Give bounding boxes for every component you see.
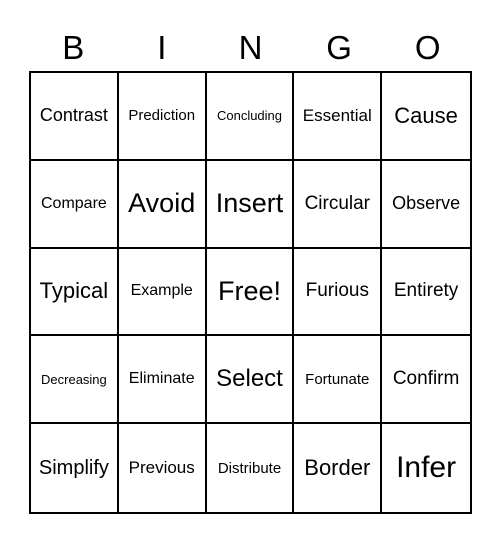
bingo-cell[interactable]: Confirm (382, 336, 470, 425)
header-letter-g: G (326, 29, 352, 66)
bingo-cell[interactable]: Simplify (31, 424, 119, 512)
bingo-header: B I N G O (29, 26, 472, 70)
bingo-cell[interactable]: Fortunate (294, 336, 383, 425)
bingo-cell[interactable]: Border (294, 424, 383, 512)
bingo-cell[interactable]: Cause (382, 73, 470, 161)
bingo-cell[interactable]: Decreasing (31, 336, 119, 425)
bingo-cell[interactable]: Previous (119, 424, 207, 512)
free-space-cell[interactable]: Free! (206, 248, 295, 337)
bingo-cell[interactable]: Concluding (206, 73, 295, 161)
bingo-cell[interactable]: Compare (31, 160, 119, 249)
bingo-cell[interactable]: Circular (294, 160, 383, 249)
bingo-cell[interactable]: Observe (382, 161, 470, 249)
bingo-cell[interactable]: Essential (294, 73, 383, 161)
bingo-cell[interactable]: Eliminate (118, 336, 207, 425)
bingo-cell[interactable]: Infer (382, 424, 470, 512)
bingo-cell[interactable]: Select (206, 336, 295, 425)
bingo-cell[interactable]: Furious (294, 248, 383, 337)
bingo-cell[interactable]: Prediction (118, 73, 207, 161)
bingo-cell[interactable]: Example (118, 248, 207, 337)
header-letter-b: B (62, 29, 85, 66)
bingo-cell[interactable]: Avoid (118, 160, 207, 249)
bingo-cell[interactable]: Entirety (382, 249, 470, 337)
bingo-cell[interactable]: Typical (31, 248, 119, 337)
header-letter-o: O (414, 29, 441, 66)
bingo-cell[interactable]: Contrast (31, 73, 119, 161)
header-letter-i: I (157, 29, 167, 66)
bingo-cell[interactable]: Distribute (207, 424, 295, 512)
bingo-card-grid: Contrast Prediction Concluding Essential… (29, 71, 472, 514)
header-letter-n: N (238, 29, 263, 66)
bingo-cell[interactable]: Insert (206, 160, 295, 249)
